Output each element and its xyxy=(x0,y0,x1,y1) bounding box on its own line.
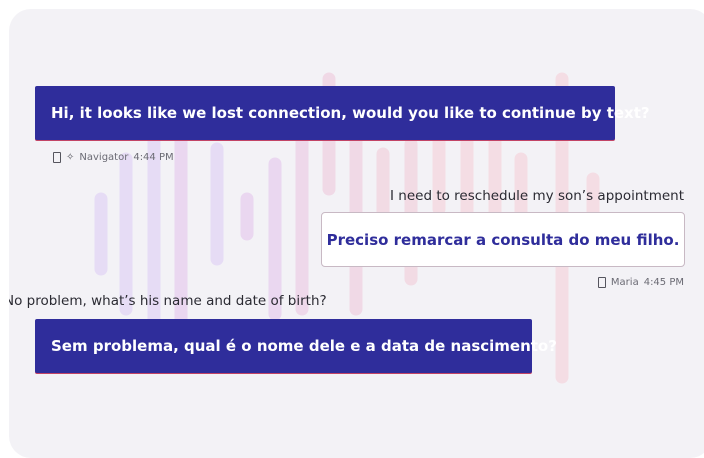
maria-message-meta: Maria 4:45 PM xyxy=(597,277,684,288)
maria-translation-bubble: Preciso remarcar a consulta do meu filho… xyxy=(321,212,685,267)
navigator-message-bubble: Hi, it looks like we lost connection, wo… xyxy=(35,86,650,140)
navigator-translation-bubble: Sem problema, qual é o nome dele e a dat… xyxy=(35,319,557,373)
navigator-message-text: Hi, it looks like we lost connection, wo… xyxy=(51,104,650,122)
sender-name: Navigator xyxy=(79,152,129,163)
phone-icon xyxy=(597,277,606,288)
sparkle-icon: ✧ xyxy=(66,152,75,163)
conversation-panel: Hi, it looks like we lost connection, wo… xyxy=(9,9,704,458)
maria-translation-text: Preciso remarcar a consulta do meu filho… xyxy=(326,230,680,249)
phone-icon xyxy=(53,152,61,163)
timestamp: 4:44 PM xyxy=(133,152,174,163)
timestamp: 4:45 PM xyxy=(643,277,684,288)
navigator-translation-text: Sem problema, qual é o nome dele e a dat… xyxy=(51,337,557,355)
maria-original-text: I need to reschedule my son’s appointmen… xyxy=(390,188,684,204)
navigator-message-meta: ✧ Navigator 4:44 PM xyxy=(53,152,174,163)
sender-name: Maria xyxy=(610,277,639,288)
navigator-original-text: No problem, what’s his name and date of … xyxy=(9,293,327,309)
